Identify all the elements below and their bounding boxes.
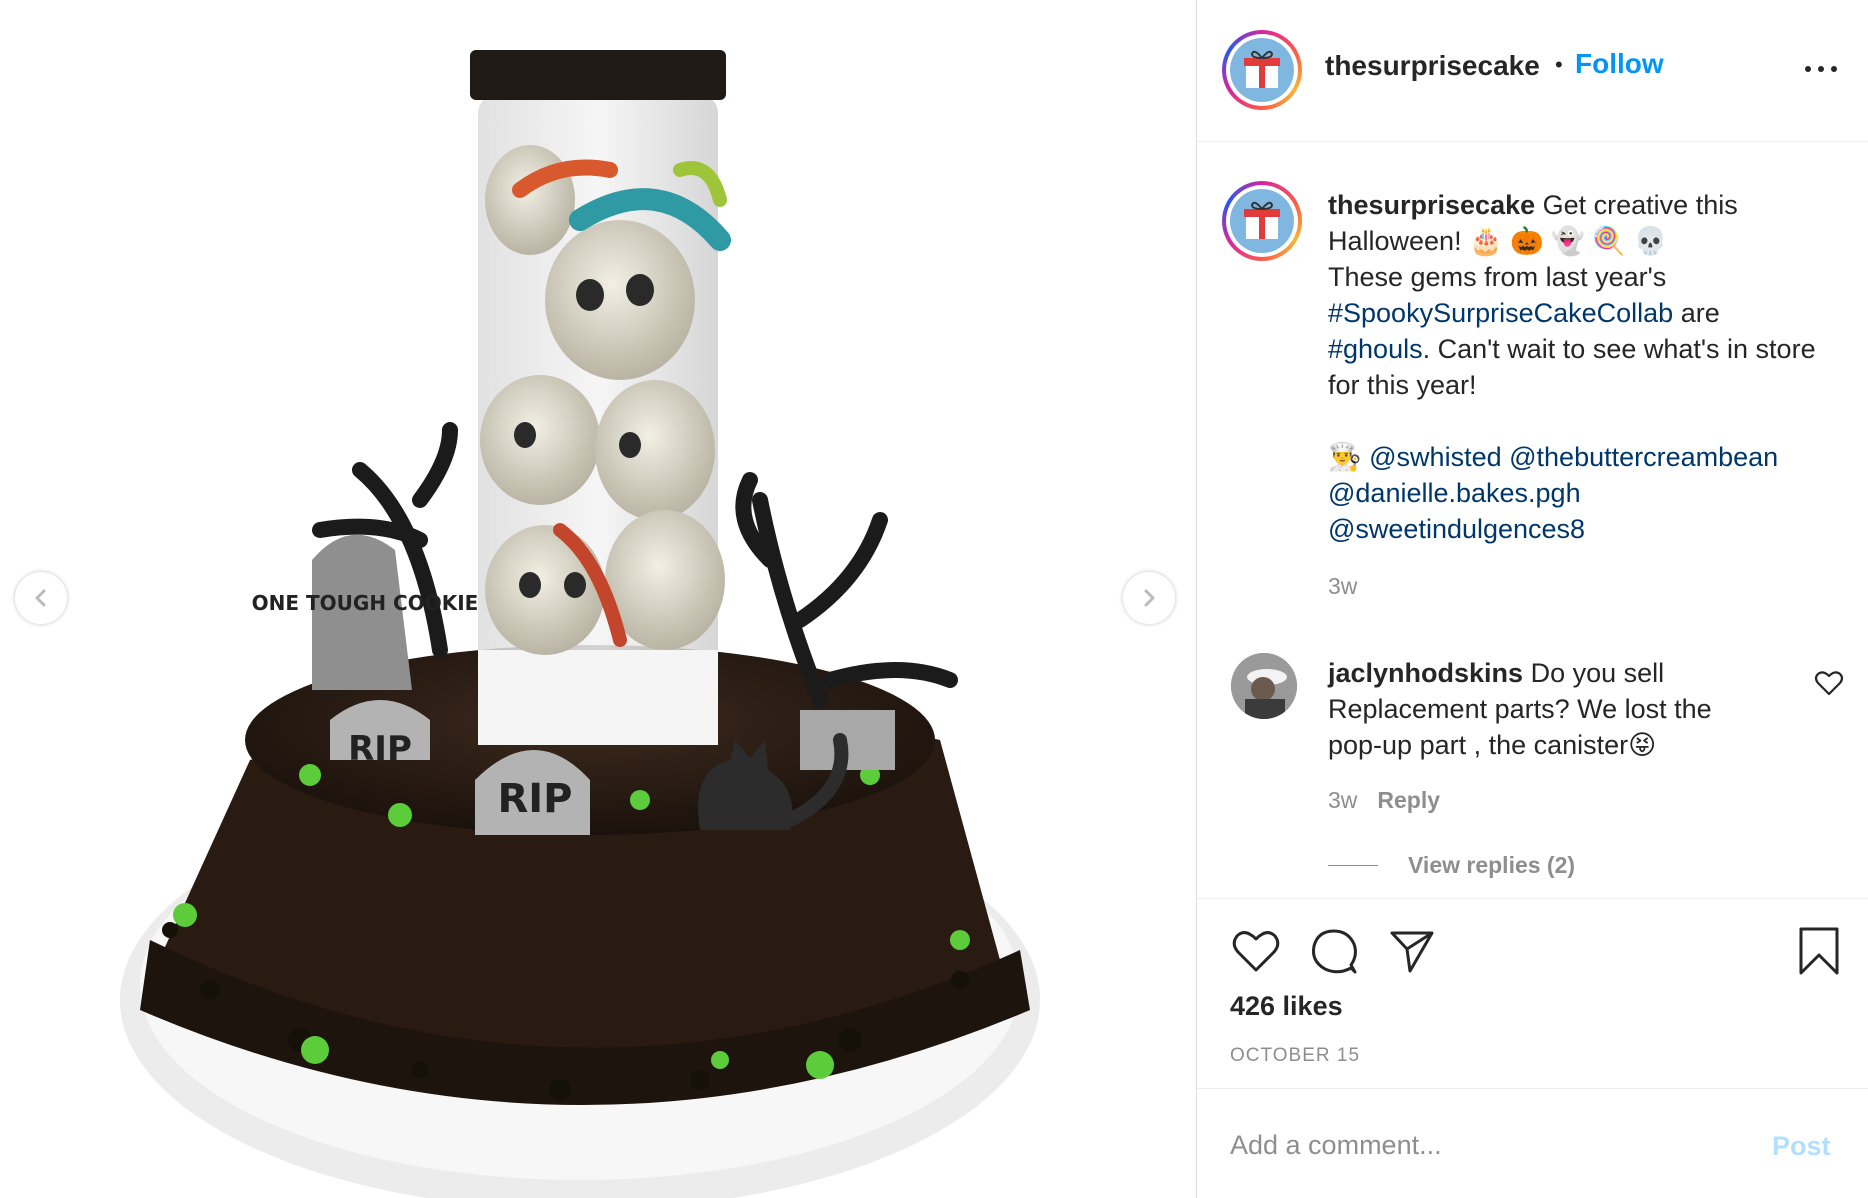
view-replies-button[interactable]: View replies (2) xyxy=(1328,852,1575,879)
tombstone-rip-small: RIP xyxy=(348,729,412,769)
caption-line-2: These gems from last year's xyxy=(1328,262,1667,292)
post-side-panel: thesurprisecake • Follow thesurprisecake… xyxy=(1197,0,1868,1198)
likes-count[interactable]: 426 likes xyxy=(1230,991,1343,1022)
caption-line-3: are xyxy=(1673,298,1720,328)
author-username[interactable]: thesurprisecake xyxy=(1325,50,1540,82)
mention-thebuttercreambean[interactable]: @thebuttercreambean xyxy=(1509,442,1778,472)
tombstone-rip-large: RIP xyxy=(498,776,573,822)
chevron-left-icon xyxy=(35,589,46,607)
post-date[interactable]: OCTOBER 15 xyxy=(1230,1045,1360,1067)
caption-text: thesurprisecake Get creative this Hallow… xyxy=(1328,187,1848,547)
tombstone-one-tough-cookie: ONE TOUGH COOKIE xyxy=(252,591,479,615)
more-options-icon[interactable] xyxy=(1801,54,1841,84)
like-icon[interactable] xyxy=(1230,925,1282,977)
previous-image-button[interactable] xyxy=(15,572,67,624)
next-image-button[interactable] xyxy=(1123,572,1175,624)
gift-box-icon xyxy=(1244,50,1280,88)
chef-emoji: 👨‍🍳 xyxy=(1328,442,1362,472)
hashtag-ghouls[interactable]: #ghouls xyxy=(1328,334,1423,364)
caption-avatar[interactable] xyxy=(1222,181,1302,261)
comment-text: jaclynhodskins Do you sell Replacement p… xyxy=(1328,655,1768,763)
add-comment-input[interactable] xyxy=(1230,1125,1750,1165)
mention-sweetindulgences8[interactable]: @sweetindulgences8 xyxy=(1328,514,1585,544)
gift-box-icon xyxy=(1244,201,1280,239)
caption-username[interactable]: thesurprisecake xyxy=(1328,190,1535,220)
post-actions: 426 likes OCTOBER 15 xyxy=(1197,898,1868,1088)
post-comment-button[interactable]: Post xyxy=(1772,1131,1831,1162)
cake-photo: ONE TOUGH COOKIE RIP RIP xyxy=(120,50,1040,1198)
chevron-right-icon xyxy=(1144,589,1155,607)
follow-button[interactable]: Follow xyxy=(1575,48,1664,80)
commenter-avatar[interactable] xyxy=(1231,653,1297,719)
author-avatar[interactable] xyxy=(1222,30,1302,110)
post-header: thesurprisecake • Follow xyxy=(1197,0,1868,142)
comment-timestamp[interactable]: 3w xyxy=(1328,787,1357,813)
replies-line xyxy=(1328,865,1378,866)
comment-icon[interactable] xyxy=(1308,925,1360,977)
separator-dot: • xyxy=(1555,52,1563,77)
mention-danielle-bakes-pgh[interactable]: @danielle.bakes.pgh xyxy=(1328,478,1581,508)
view-replies-label: View replies (2) xyxy=(1408,852,1576,878)
bookmark-icon[interactable] xyxy=(1793,925,1845,977)
commenter-photo xyxy=(1231,653,1297,719)
mention-swhisted[interactable]: @swhisted xyxy=(1369,442,1501,472)
reply-button[interactable]: Reply xyxy=(1377,787,1440,813)
share-icon[interactable] xyxy=(1386,925,1438,977)
hashtag-spookysurprisecakecollab[interactable]: #SpookySurpriseCakeCollab xyxy=(1328,298,1673,328)
comment-like-icon[interactable] xyxy=(1814,669,1844,697)
commenter-username[interactable]: jaclynhodskins xyxy=(1328,658,1523,688)
post-media[interactable]: ONE TOUGH COOKIE RIP RIP xyxy=(0,0,1197,1198)
caption-timestamp[interactable]: 3w xyxy=(1328,573,1357,600)
comment-meta: 3w Reply xyxy=(1328,787,1440,814)
add-comment-bar: Post xyxy=(1197,1088,1868,1198)
